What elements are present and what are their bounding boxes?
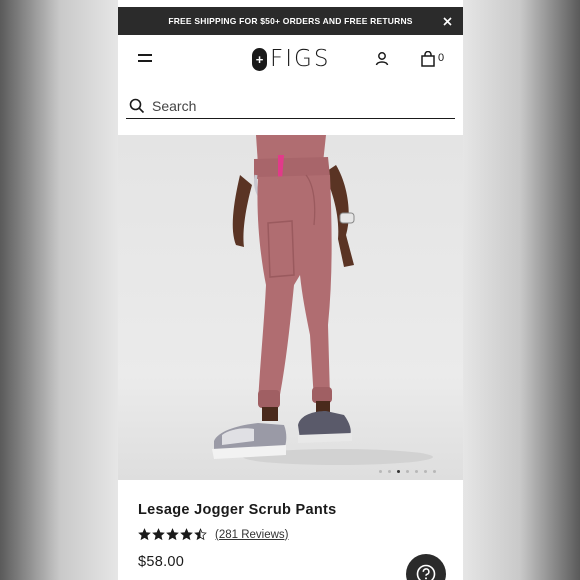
product-title: Lesage Jogger Scrub Pants [138,502,337,518]
carousel-dot[interactable] [424,470,427,473]
carousel-dot[interactable] [397,470,400,473]
account-icon[interactable] [374,51,390,67]
product-image[interactable] [118,135,463,480]
product-price: $58.00 [138,554,185,570]
carousel-dot[interactable] [433,470,436,473]
bag-count: 0 [438,52,445,64]
star-icon [194,528,207,541]
carousel-dot[interactable] [388,470,391,473]
star-icon [138,528,151,541]
carousel-dot[interactable] [415,470,418,473]
site-header: + FIGS 0 [118,35,463,85]
help-icon [416,564,436,580]
hamburger-menu-icon[interactable] [138,52,152,64]
star-rating [138,528,207,541]
carousel-dots [379,470,436,474]
product-rating: (281 Reviews) [138,528,289,541]
star-icon [166,528,179,541]
promo-banner: FREE SHIPPING FOR $50+ ORDERS AND FREE R… [118,7,463,35]
product-photo-illustration [212,135,433,465]
search-bar [126,93,455,119]
star-icon [180,528,193,541]
logo-mark: + [252,47,267,71]
help-button[interactable] [406,554,446,580]
promo-text: FREE SHIPPING FOR $50+ ORDERS AND FREE R… [168,16,413,26]
carousel-dot[interactable] [406,470,409,473]
shopping-bag-icon[interactable] [420,50,436,67]
mobile-page: FREE SHIPPING FOR $50+ ORDERS AND FREE R… [118,0,463,580]
close-icon[interactable] [439,13,455,29]
carousel-dot[interactable] [379,470,382,473]
search-icon[interactable] [129,98,145,114]
search-input[interactable] [152,94,442,117]
star-icon [152,528,165,541]
logo-text: FIGS [270,46,331,72]
reviews-link[interactable]: (281 Reviews) [215,529,289,541]
figs-logo[interactable]: + FIGS [252,46,330,72]
